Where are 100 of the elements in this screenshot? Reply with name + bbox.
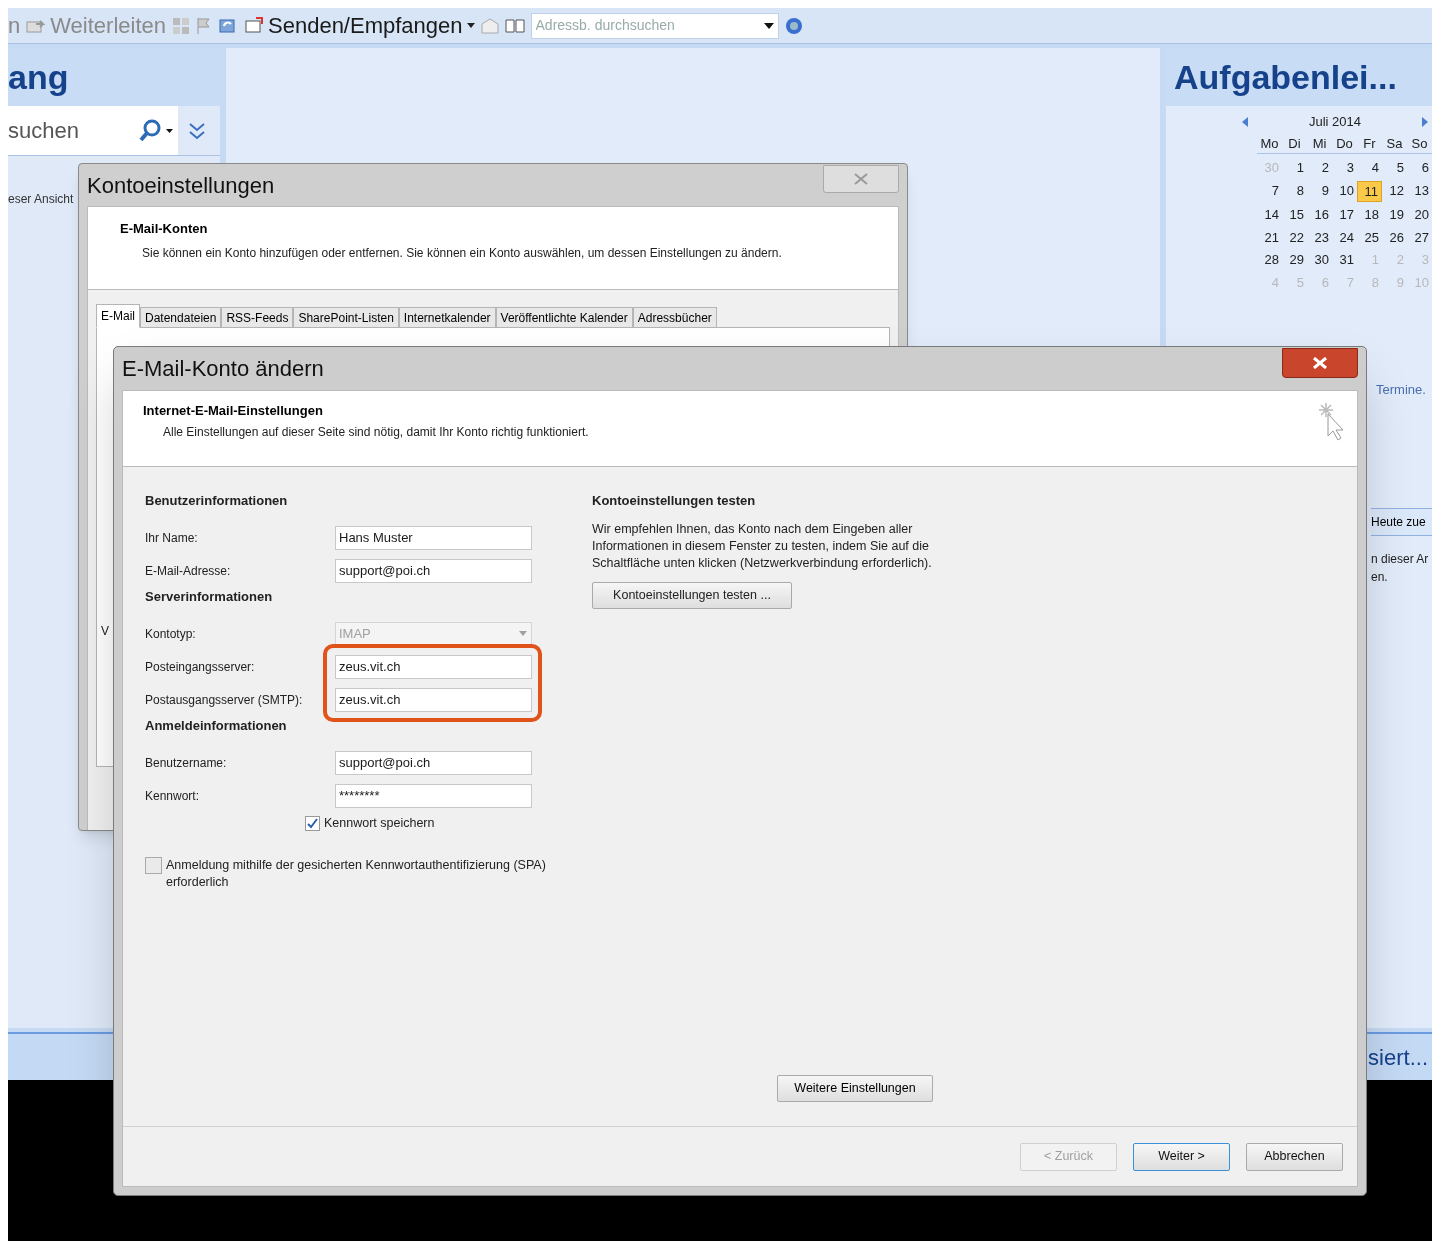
book-icon[interactable]	[504, 17, 525, 34]
calendar-day[interactable]: 2	[1307, 158, 1332, 178]
calendar-day[interactable]: 20	[1407, 205, 1432, 225]
tab[interactable]: Internetkalender	[398, 307, 496, 328]
close-icon	[1313, 356, 1327, 369]
field-label: Kontotyp:	[145, 625, 197, 643]
field-label: Postausgangsserver (SMTP):	[145, 691, 304, 709]
pane-note: eser Ansicht	[8, 192, 74, 206]
dialog-description: Sie können ein Konto hinzufügen oder entfernen. Sie können ein Konto auswählen, um dessen Einstellungen zu ändern.	[141, 244, 783, 262]
weekday-label: Mi	[1311, 134, 1328, 153]
calendar-day[interactable]: 21	[1257, 227, 1282, 247]
calendar-day[interactable]: 26	[1382, 227, 1407, 247]
status-label: siert...	[1368, 1043, 1428, 1072]
close-button[interactable]	[1282, 347, 1358, 378]
calendar-day[interactable]: 6	[1407, 158, 1432, 178]
flag-icon[interactable]	[196, 16, 212, 35]
calendar-day[interactable]: 4	[1357, 158, 1382, 178]
field-label: Ihr Name:	[145, 529, 199, 547]
field-label: Posteingangsserver:	[145, 658, 256, 676]
calendar-day[interactable]: 3	[1332, 158, 1357, 178]
tab[interactable]: Veröffentlichte Kalender	[495, 307, 633, 328]
search-field[interactable]: suchen	[8, 106, 178, 155]
calendar-day[interactable]: 30	[1307, 250, 1332, 270]
input-field[interactable]: support@poi.ch	[335, 558, 532, 583]
calendar-day[interactable]: 11	[1357, 180, 1382, 202]
weekday-label: Mo	[1259, 134, 1280, 153]
field-label: Benutzername:	[145, 754, 228, 772]
todo-bar-title: Aufgabenlei...	[1166, 48, 1432, 106]
calendar-day[interactable]: 10	[1332, 180, 1357, 202]
calendar-day[interactable]: 23	[1307, 227, 1332, 247]
checkbox[interactable]	[305, 815, 320, 831]
caret-icon	[518, 630, 528, 637]
tab[interactable]: E-Mail	[96, 304, 140, 328]
tab[interactable]: SharePoint-Listen	[293, 307, 399, 328]
weekday-label: Sa	[1385, 134, 1404, 153]
tab[interactable]: Adressbücher	[632, 307, 717, 328]
calendar-day[interactable]: 9	[1307, 180, 1332, 202]
dialog-heading: Internet-E-Mail-Einstellungen	[143, 402, 324, 420]
checkbox-label: Anmeldung mithilfe der gesicherten Kennwortauthentifizierung (SPA) erforderlich	[166, 856, 547, 891]
calendar-day[interactable]: 7	[1257, 180, 1282, 202]
input-field[interactable]: zeus.vit.ch	[335, 654, 532, 679]
tab[interactable]: RSS-Feeds	[221, 307, 294, 328]
weekday-label: So	[1410, 134, 1429, 153]
section-heading: Kontoeinstellungen testen	[592, 492, 757, 510]
weekday-label: Di	[1287, 134, 1302, 153]
calendar-day[interactable]: 17	[1332, 205, 1357, 225]
field-label: E-Mail-Adresse:	[145, 562, 232, 580]
more-settings-button[interactable]: Weitere Einstellungen	[777, 1075, 933, 1102]
next-month-icon[interactable]	[1422, 116, 1428, 127]
calendar-day[interactable]: 5	[1382, 158, 1407, 178]
dialog-title: Kontoeinstellungen	[87, 171, 275, 200]
calendar-day[interactable]: 28	[1257, 250, 1282, 270]
checkbox-label: Kennwort speichern	[324, 815, 435, 832]
caret-icon	[763, 22, 774, 29]
info-text: en.	[1371, 568, 1389, 586]
previous-month-icon[interactable]	[1242, 116, 1248, 127]
calendar-day[interactable]: 13	[1407, 180, 1432, 202]
dialog-button[interactable]: Abbrechen	[1246, 1142, 1343, 1171]
pane-title: ang	[8, 48, 220, 106]
checkbox[interactable]	[145, 856, 162, 874]
calendar-day[interactable]: 18	[1357, 205, 1382, 225]
dialog-button[interactable]: Weiter >	[1133, 1142, 1230, 1171]
field-label: Kennwort:	[145, 787, 201, 805]
test-description: Wir empfehlen Ihnen, das Konto nach dem Eingeben aller Informationen in diesem Fenster zu testen, indem Sie auf die Schaltfläche unten klicken (Netzwerkverbindung erforderlich).	[592, 521, 933, 572]
address-search-input[interactable]: Adressb. durchsuchen	[535, 15, 736, 36]
section-heading: Benutzerinformationen	[145, 492, 289, 510]
close-icon	[854, 173, 868, 185]
appointments-note: Termine.	[1376, 382, 1426, 397]
send-receive-icon	[244, 16, 264, 35]
test-settings-button[interactable]: Kontoeinstellungen testen ...	[592, 582, 792, 609]
calendar-month: Juli 2014	[1308, 113, 1361, 131]
caret-icon	[466, 23, 475, 28]
envelope-arrow-icon	[26, 17, 47, 34]
calendar-day[interactable]: 14	[1257, 205, 1282, 225]
calendar-day[interactable]: 8	[1282, 180, 1307, 202]
calendar-day[interactable]: 25	[1357, 227, 1382, 247]
calendar-day[interactable]: 12	[1382, 180, 1407, 202]
help-icon[interactable]	[784, 16, 803, 35]
calendar-day[interactable]: 27	[1407, 227, 1432, 247]
input-field[interactable]: support@poi.ch	[335, 750, 532, 775]
section-heading: Serverinformationen	[145, 588, 274, 606]
info-text: n dieser Ar	[1371, 550, 1430, 568]
send-receive-button[interactable]: Senden/Empfangen	[244, 9, 475, 42]
calendar-day[interactable]: 1	[1282, 158, 1307, 178]
calendar-day[interactable]: 22	[1282, 227, 1307, 247]
calendar-day[interactable]: 19	[1382, 205, 1407, 225]
search-input[interactable]: suchen	[8, 114, 118, 147]
calendar-day[interactable]: 31	[1332, 250, 1357, 270]
toolbar-label: n	[8, 12, 21, 40]
calendar-day[interactable]: 24	[1332, 227, 1357, 247]
password-field[interactable]: ********	[335, 783, 532, 808]
calendar-day[interactable]: 15	[1282, 205, 1307, 225]
tab[interactable]: Datendateien	[140, 307, 222, 328]
calendar-day[interactable]: 16	[1307, 205, 1332, 225]
input-field[interactable]: Hans Muster	[335, 525, 532, 550]
calendar-day[interactable]: 29	[1282, 250, 1307, 270]
input-field[interactable]: zeus.vit.ch	[335, 687, 532, 712]
address-book-search[interactable]: Adressb. durchsuchen	[530, 12, 779, 39]
expand-icon[interactable]	[188, 120, 206, 142]
weekday-label: Do	[1335, 134, 1354, 153]
